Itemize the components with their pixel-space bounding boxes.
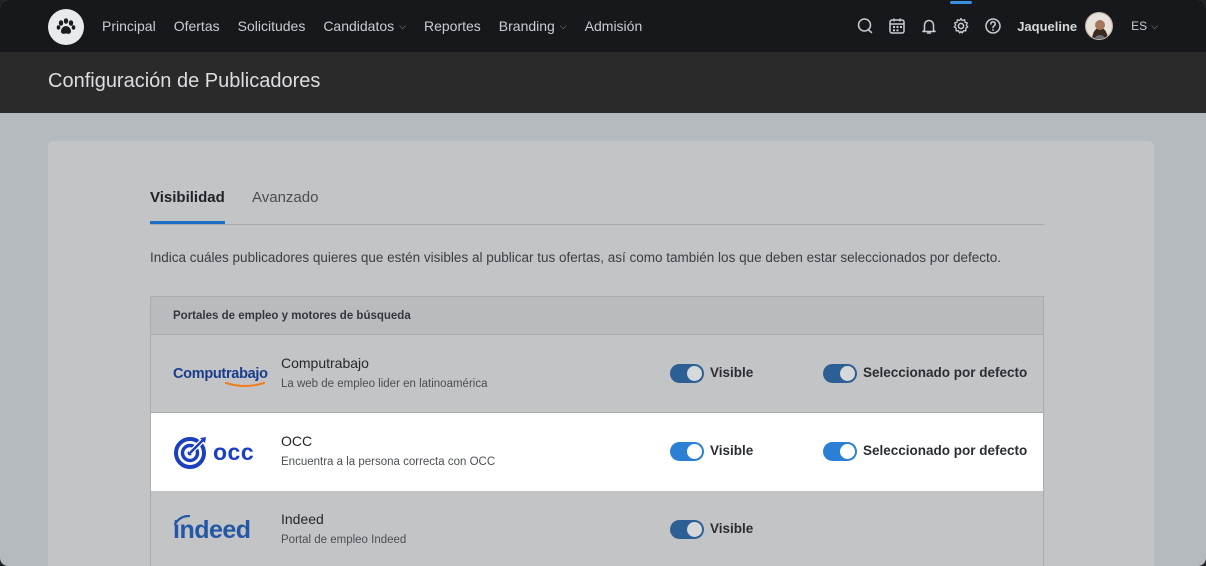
chevron-down-icon: ⌵ [1151,20,1158,31]
visible-label: Visible [710,521,754,536]
avatar[interactable] [1085,12,1114,40]
nav-item-ofertas[interactable]: Ofertas [174,18,220,34]
nav-item-solicitudes[interactable]: Solicitudes [238,18,306,34]
tab-visibilidad[interactable]: Visibilidad [150,189,225,224]
settings-card: Visibilidad Avanzado Indica cuáles publi… [48,141,1154,566]
nav-right-tools: Jaqueline ES ⌵ [843,0,1158,52]
target-icon [174,437,206,469]
indeed-logo: indeed [173,491,269,566]
page-title: Configuración de Publicadores [48,70,321,92]
visible-label: Visible [710,365,754,380]
paw-logo-icon[interactable] [48,9,84,45]
nav-item-principal[interactable]: Principal [102,18,156,34]
user-name[interactable]: Jaqueline [1017,19,1077,34]
gear-icon[interactable] [950,1,973,36]
publisher-description: Encuentra a la persona correcta con OCC [281,456,496,468]
chevron-down-icon: ⌵ [399,20,406,31]
logo-text: Computrabajo [173,366,268,382]
chat-icon[interactable] [855,16,875,36]
publisher-description: Portal de empleo Indeed [281,534,407,546]
nav-label: Branding [498,18,555,34]
page-header: Configuración de Publicadores [0,52,1206,113]
nav-label: Admisión [584,18,643,34]
table-row-indeed: indeed Indeed Portal de empleo Indeed Vi… [151,491,1043,566]
visible-toggle[interactable] [670,364,704,383]
tab-avanzado[interactable]: Avanzado [252,189,318,206]
chevron-down-icon: ⌵ [559,20,567,31]
visible-toggle[interactable] [670,520,704,539]
publisher-name: OCC [281,433,313,449]
nav-item-admision[interactable]: Admisión [585,18,643,34]
default-label: Seleccionado por defecto [863,365,1028,380]
publisher-name: Indeed [281,511,324,527]
default-toggle[interactable] [823,442,857,461]
default-toggle[interactable] [823,364,857,383]
nav-label: Candidatos [323,18,395,34]
top-navigation: Principal Ofertas Solicitudes Candidatos… [0,0,1206,52]
visible-label: Visible [710,443,754,458]
occ-logo: occ [173,413,269,491]
app-window: Principal Ofertas Solicitudes Candidatos… [0,0,1206,566]
table-header-label: Portales de empleo y motores de búsqueda [173,309,411,322]
computrabajo-logo: Computrabajo [173,335,269,413]
bell-icon[interactable] [919,16,939,36]
main-nav-links: Principal Ofertas Solicitudes Candidatos… [102,0,642,52]
table-header: Portales de empleo y motores de búsqueda [151,297,1043,335]
nav-label: Reportes [423,18,481,34]
nav-item-candidatos[interactable]: Candidatos ⌵ [323,18,406,34]
publisher-description: La web de empleo lider en latinoamérica [281,378,488,390]
language-label: ES [1131,19,1148,33]
publisher-name: Computrabajo [281,355,369,371]
nav-label: Solicitudes [237,18,306,34]
help-icon[interactable] [983,16,1003,36]
nav-label: Ofertas [173,18,220,34]
language-selector[interactable]: ES ⌵ [1131,19,1158,33]
default-label: Seleccionado por defecto [863,443,1028,458]
nav-item-branding[interactable]: Branding ⌵ [499,18,567,34]
nav-item-reportes[interactable]: Reportes [424,18,481,34]
calendar-icon[interactable] [887,16,907,36]
publishers-table: Portales de empleo y motores de búsqueda… [150,296,1044,566]
visible-toggle[interactable] [670,442,704,461]
table-row-occ: occ OCC Encuentra a la persona correcta … [151,413,1043,491]
nav-label: Principal [102,18,156,34]
logo-text: occ [213,438,255,465]
section-description: Indica cuáles publicadores quieres que e… [150,250,1002,265]
table-row-computrabajo: Computrabajo Computrabajo La web de empl… [151,335,1043,413]
tab-bar: Visibilidad Avanzado [150,185,1044,225]
